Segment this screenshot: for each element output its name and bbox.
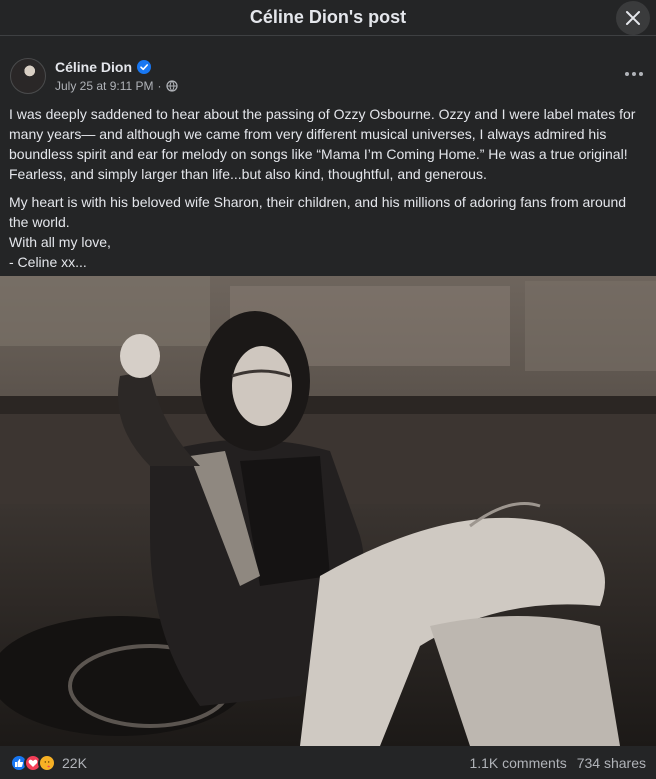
comments-count[interactable]: 1.1K comments [469,755,566,771]
post-header: Céline Dion July 25 at 9:11 PM · [0,46,656,102]
reactions-summary[interactable]: 22K [10,753,87,772]
globe-icon[interactable] [165,80,178,92]
care-icon [38,753,56,772]
close-button[interactable] [616,1,650,35]
meta-separator: · [157,79,162,93]
more-options-icon[interactable] [622,64,646,84]
post-photo[interactable] [0,276,656,746]
post-signoff: With all my love, [9,234,111,250]
post-paragraph: My heart is with his beloved wife Sharon… [9,194,627,230]
reaction-count[interactable]: 22K [62,755,87,771]
post-modal-header: Céline Dion's post [0,0,656,36]
shares-count[interactable]: 734 shares [577,755,646,771]
post-stats: 1.1K comments 734 shares [469,755,646,771]
post-timestamp[interactable]: July 25 at 9:11 PM [55,79,154,93]
close-icon [626,11,640,25]
photo-illustration [0,276,656,746]
post-meta: July 25 at 9:11 PM · [55,79,178,93]
post-paragraph: I was deeply saddened to hear about the … [9,106,636,182]
post-footer: 22K 1.1K comments 734 shares [0,746,656,779]
post-body: I was deeply saddened to hear about the … [9,104,649,272]
post-signature: - Celine xx... [9,254,87,270]
author-row: Céline Dion [55,59,152,75]
author-avatar[interactable] [10,58,46,94]
verified-badge-icon [137,60,152,74]
modal-title: Céline Dion's post [249,7,407,27]
author-name[interactable]: Céline Dion [55,59,132,75]
